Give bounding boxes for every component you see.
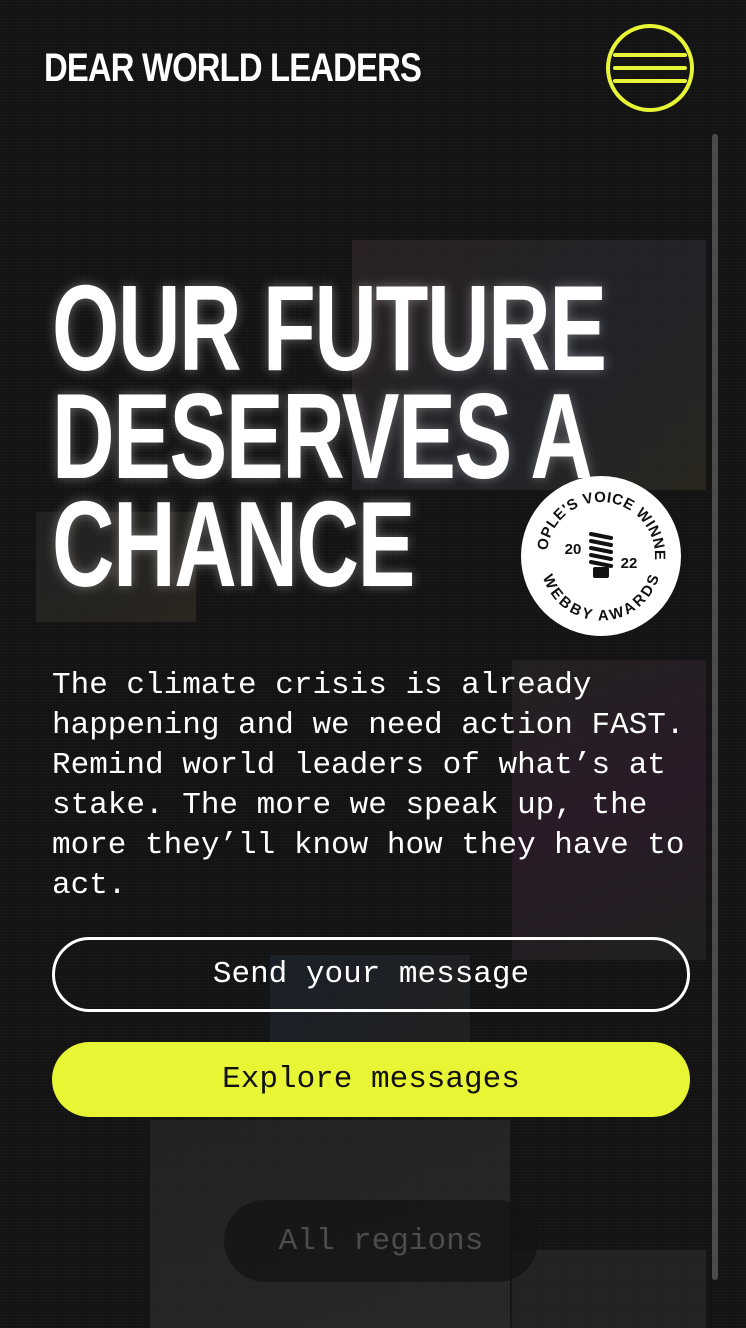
- badge-bottom-text: WEBBY AWARDS: [539, 572, 663, 625]
- hero-description: The climate crisis is already happening …: [52, 668, 685, 903]
- scrollbar[interactable]: [712, 134, 718, 1280]
- svg-text:WEBBY AWARDS: WEBBY AWARDS: [539, 572, 663, 625]
- hamburger-menu-icon: [613, 79, 687, 83]
- hamburger-menu-icon: [613, 53, 687, 57]
- explore-messages-button[interactable]: Explore messages: [52, 1042, 690, 1117]
- badge-year-right: 22: [621, 555, 638, 572]
- background-photo: [512, 1250, 706, 1328]
- hero-title-line: DESERVES A: [52, 368, 593, 504]
- webby-spring-trophy-icon: [589, 532, 613, 568]
- trophy-base: [593, 567, 609, 578]
- send-message-button[interactable]: Send your message: [52, 937, 690, 1012]
- hero-title-line: OUR FUTURE: [52, 260, 607, 396]
- site-logo[interactable]: DEAR WORLD LEADERS: [44, 46, 422, 91]
- webby-award-badge: PEOPLE'S VOICE WINNER WEBBY AWARDS 20 22: [515, 463, 681, 636]
- region-filter[interactable]: All regions: [224, 1200, 538, 1282]
- menu-button[interactable]: [606, 24, 694, 112]
- badge-year-left: 20: [565, 541, 582, 558]
- hamburger-menu-icon: [613, 66, 687, 70]
- webby-badge-graphic: PEOPLE'S VOICE WINNER WEBBY AWARDS 20 22: [515, 463, 667, 625]
